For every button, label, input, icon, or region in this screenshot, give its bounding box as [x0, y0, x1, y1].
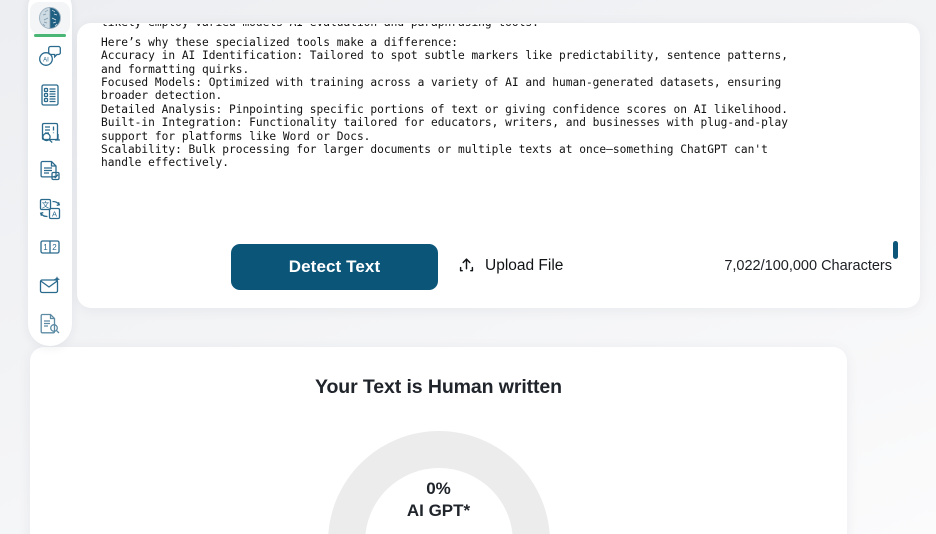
editor-action-bar: Detect Text Upload File 7,022/100,000 Ch… [77, 240, 920, 308]
svg-text:AI: AI [43, 58, 49, 64]
gauge-label-group: 0% AI GPT* [328, 478, 550, 522]
detection-result-card: Your Text is Human written 0% AI GPT* [30, 347, 847, 534]
document-check-icon [37, 158, 63, 184]
sidebar-item-document-summary[interactable] [30, 78, 70, 110]
plagiarism-magnifier-icon [37, 120, 63, 146]
brain-icon [37, 5, 63, 31]
character-count: 7,022/100,000 Characters [724, 258, 892, 274]
envelope-sparkle-icon [37, 273, 63, 299]
ai-chat-bubble-icon: AI [37, 43, 63, 69]
ai-probability-gauge: 0% AI GPT* [327, 431, 550, 534]
svg-text:2: 2 [52, 243, 57, 252]
sidebar-item-translator[interactable]: 文 A [30, 193, 70, 225]
svg-text:1: 1 [43, 243, 48, 252]
sidebar-item-plagiarism-checker[interactable] [30, 117, 70, 149]
svg-text:文: 文 [42, 200, 50, 210]
sidebar-item-document-search[interactable] [30, 308, 70, 340]
sidebar-item-ai-chat[interactable]: AI [30, 40, 70, 72]
gauge-percent-value: 0% [426, 479, 451, 498]
translate-icon: 文 A [37, 196, 63, 222]
number-counter-icon: 1 2 [37, 234, 63, 260]
detect-text-button[interactable]: Detect Text [231, 244, 438, 290]
document-search-icon [37, 311, 63, 337]
upload-file-label: Upload File [485, 256, 564, 274]
svg-text:A: A [52, 210, 57, 219]
sidebar: AI 文 A 1 2 [28, 0, 72, 346]
sidebar-item-email-writer[interactable] [30, 270, 70, 302]
result-title: Your Text is Human written [315, 376, 562, 398]
sidebar-item-word-counter[interactable]: 1 2 [30, 231, 70, 263]
editor-text-content[interactable]: Here’s why these specialized tools make … [101, 23, 892, 170]
document-list-icon [37, 82, 63, 108]
editor-scroll-area[interactable]: likely employ varied models AI evaluatio… [77, 23, 920, 241]
upload-file-button[interactable]: Upload File [457, 256, 563, 275]
sidebar-item-ai-detector[interactable] [30, 2, 70, 38]
text-editor-card: likely employ varied models AI evaluatio… [77, 23, 920, 308]
sidebar-item-grammar-check[interactable] [30, 155, 70, 187]
gauge-model-label: AI GPT* [406, 501, 471, 520]
upload-icon [457, 256, 476, 275]
